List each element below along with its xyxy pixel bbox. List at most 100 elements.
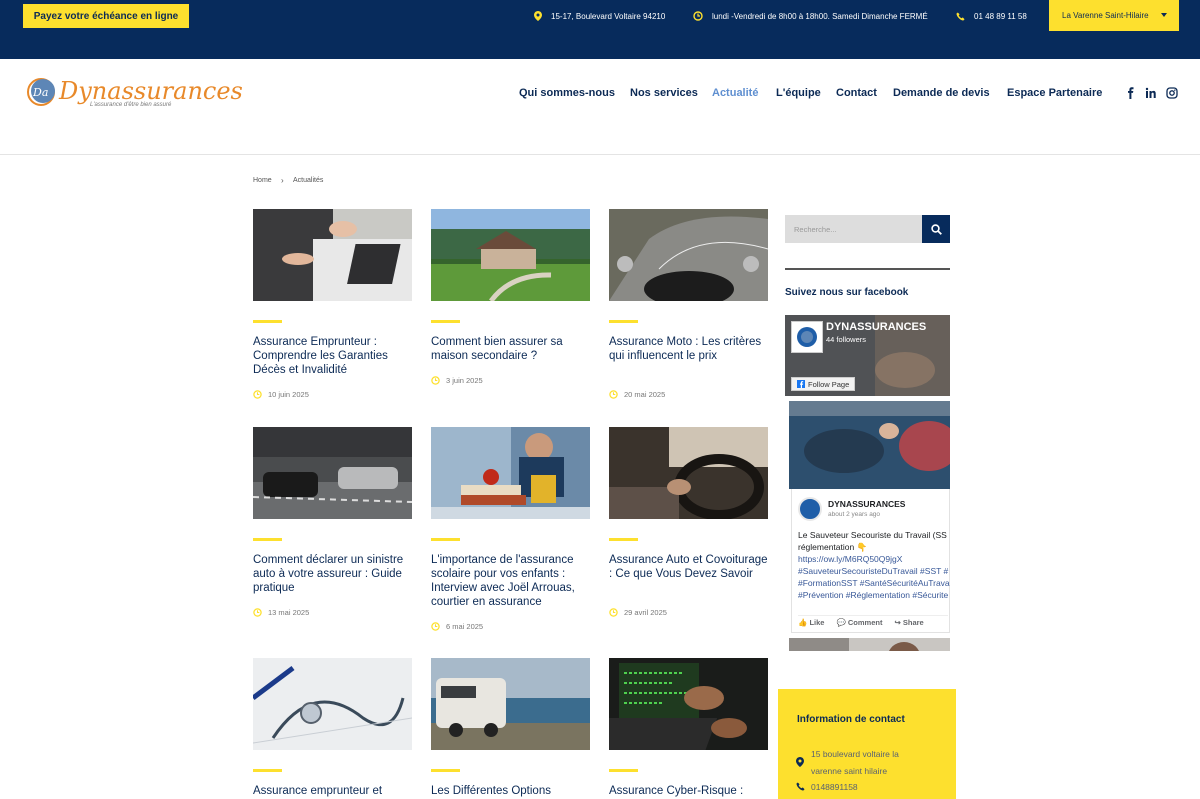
article-date: 6 mai 2025 — [431, 622, 483, 631]
top-bar: Payez votre échéance en ligne 15-17, Bou… — [0, 0, 1200, 59]
comment-button[interactable]: 💬 Comment — [836, 618, 882, 627]
breadcrumb-current: Actualités — [293, 177, 324, 184]
breadcrumb-home[interactable]: Home — [253, 177, 272, 184]
pay-online-button[interactable]: Payez votre échéance en ligne — [23, 4, 189, 28]
facebook-page-avatar — [791, 321, 823, 353]
linkedin-icon[interactable] — [1145, 87, 1157, 99]
article-date-text: 10 juin 2025 — [268, 390, 309, 399]
nav-equipe[interactable]: L'équipe — [776, 87, 821, 101]
follow-page-label: Follow Page — [808, 379, 850, 389]
facebook-post-image — [789, 401, 950, 489]
post-time: about 2 years ago — [828, 511, 881, 518]
post-hashtags[interactable]: #Prévention #Réglementation #Sécurite — [798, 589, 950, 601]
logo-tagline: L'assurance d'être bien assuré — [90, 102, 172, 108]
search-placeholder: Recherche... — [794, 224, 837, 234]
logo-wordmark: Dynassurances — [59, 77, 243, 105]
contact-heading: Information de contact — [797, 714, 905, 725]
address-info: 15-17, Boulevard Voltaire 94210 — [534, 10, 665, 22]
article-image[interactable] — [431, 658, 590, 750]
sidebar-divider — [785, 268, 950, 270]
post-actions: 👍 Like 💬 Comment ↪ Share — [798, 615, 948, 627]
search-icon — [930, 223, 942, 235]
article-image[interactable] — [253, 209, 412, 301]
address-text: 15-17, Boulevard Voltaire 94210 — [551, 11, 666, 21]
article-title[interactable]: Assurance emprunteur et — [253, 784, 412, 798]
facebook-page-name[interactable]: DYNASSURANCES — [826, 321, 926, 333]
article-image[interactable] — [609, 209, 768, 301]
title-accent-bar — [609, 538, 638, 541]
title-accent-bar — [431, 769, 460, 772]
nav-espace-partenaire[interactable]: Espace Partenaire — [1007, 87, 1102, 101]
title-accent-bar — [609, 769, 638, 772]
article-image[interactable] — [609, 658, 768, 750]
search-button[interactable] — [922, 215, 950, 243]
article-title[interactable]: Assurance Emprunteur : Comprendre les Ga… — [253, 335, 412, 377]
nav-contact[interactable]: Contact — [836, 87, 877, 101]
title-accent-bar — [609, 320, 638, 323]
article-date-text: 13 mai 2025 — [268, 608, 310, 617]
clock-icon — [609, 390, 618, 399]
article-date: 29 avril 2025 — [609, 608, 667, 617]
nav-actualite[interactable]: Actualité — [712, 87, 758, 101]
instagram-icon[interactable] — [1166, 87, 1178, 99]
title-accent-bar — [253, 538, 282, 541]
article-date-text: 29 avril 2025 — [624, 608, 667, 617]
article-date: 13 mai 2025 — [253, 608, 309, 617]
phone-icon — [956, 11, 965, 21]
title-accent-bar — [253, 320, 282, 323]
post-author[interactable]: DYNASSURANCES — [828, 499, 905, 509]
clock-icon — [253, 390, 262, 399]
nav-qui-sommes-nous[interactable]: Qui sommes-nous — [519, 87, 615, 101]
logo-emblem: Da — [27, 78, 55, 106]
post-link[interactable]: https://ow.ly/M6RQ50Q9jgX — [798, 553, 950, 565]
share-label: Share — [902, 618, 924, 627]
article-title[interactable]: Les Différentes Options — [431, 784, 590, 798]
contact-phone[interactable]: 0148891158 — [811, 782, 858, 792]
nav-demande-de-devis[interactable]: Demande de devis — [893, 87, 990, 101]
article-image[interactable] — [431, 209, 590, 301]
facebook-icon — [797, 380, 805, 388]
article-image[interactable] — [253, 427, 412, 519]
article-title[interactable]: Comment déclarer un sinistre auto à votr… — [253, 553, 412, 595]
article-image[interactable] — [431, 427, 590, 519]
post-hashtags[interactable]: #SauveteurSecouristeDuTravail #SST # — [798, 565, 950, 577]
clock-icon — [431, 622, 440, 631]
post-hashtags[interactable]: #FormationSST #SantéSécuritéAuTrava — [798, 577, 950, 589]
article-image[interactable] — [253, 658, 412, 750]
post-author-avatar — [798, 497, 822, 521]
clock-icon — [693, 11, 703, 21]
clock-icon — [609, 608, 618, 617]
location-pin-icon — [796, 757, 804, 767]
facebook-icon[interactable] — [1125, 87, 1137, 99]
logo-emblem — [797, 327, 817, 347]
caret-down-icon — [1161, 13, 1167, 17]
share-button[interactable]: ↪ Share — [894, 618, 923, 627]
site-header: Da Dynassurances L'assurance d'être bien… — [0, 59, 1200, 155]
nav-nos-services[interactable]: Nos services — [630, 87, 698, 101]
article-title[interactable]: Assurance Moto : Les critères qui influe… — [609, 335, 768, 363]
chevron-right-icon: › — [281, 176, 284, 185]
follow-page-button[interactable]: Follow Page — [791, 377, 856, 391]
contact-card: Information de contact 15 boulevard volt… — [778, 689, 956, 799]
like-button[interactable]: 👍 Like — [798, 618, 824, 627]
title-accent-bar — [431, 538, 460, 541]
phone-info: 01 48 89 11 58 — [956, 10, 1027, 22]
agency-select-value: La Varenne Saint-Hilaire — [1062, 11, 1149, 20]
like-label: Like — [809, 618, 825, 627]
article-image[interactable] — [609, 427, 768, 519]
search-input[interactable]: Recherche... — [785, 215, 922, 243]
article-date: 20 mai 2025 — [609, 390, 665, 399]
post-line: réglementation 👇 — [798, 542, 868, 552]
article-title[interactable]: L'importance de l'assurance scolaire pou… — [431, 553, 590, 609]
post-text: Le Sauveteur Secouriste du Travail (SS r… — [798, 529, 950, 601]
article-title[interactable]: Assurance Auto et Covoiturage : Ce que V… — [609, 553, 768, 581]
article-date: 3 juin 2025 — [431, 376, 483, 385]
article-title[interactable]: Comment bien assurer sa maison secondair… — [431, 335, 590, 363]
article-title[interactable]: Assurance Cyber-Risque : — [609, 784, 768, 798]
facebook-widget[interactable]: DYNASSURANCES 44 followers Follow Page D… — [785, 315, 950, 651]
facebook-heading: Suivez nous sur facebook — [785, 287, 909, 298]
agency-select[interactable]: La Varenne Saint-Hilaire — [1049, 0, 1179, 31]
phone-text[interactable]: 01 48 89 11 58 — [974, 12, 1027, 21]
title-accent-bar — [431, 320, 460, 323]
site-logo[interactable]: Da Dynassurances L'assurance d'être bien… — [26, 75, 243, 115]
